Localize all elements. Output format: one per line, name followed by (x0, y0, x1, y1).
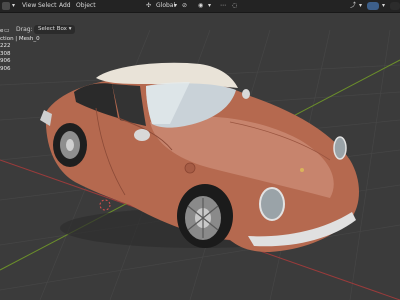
stats-faces: 906 (0, 65, 11, 72)
rear-wheel (53, 123, 87, 167)
stats-collection: ction | Mesh_0 (0, 35, 40, 42)
scene-statistics: e ction | Mesh_0 222 308 906 906 (0, 28, 40, 73)
3d-cursor (99, 199, 111, 211)
car-model[interactable] (40, 62, 359, 252)
stats-vertices: 308 (0, 50, 11, 57)
front-wheel (177, 184, 233, 248)
stats-edges: 906 (0, 58, 11, 64)
stats-objects: 222 (0, 43, 11, 49)
viewport-3d[interactable] (0, 0, 400, 300)
stats-line: e (0, 28, 4, 34)
